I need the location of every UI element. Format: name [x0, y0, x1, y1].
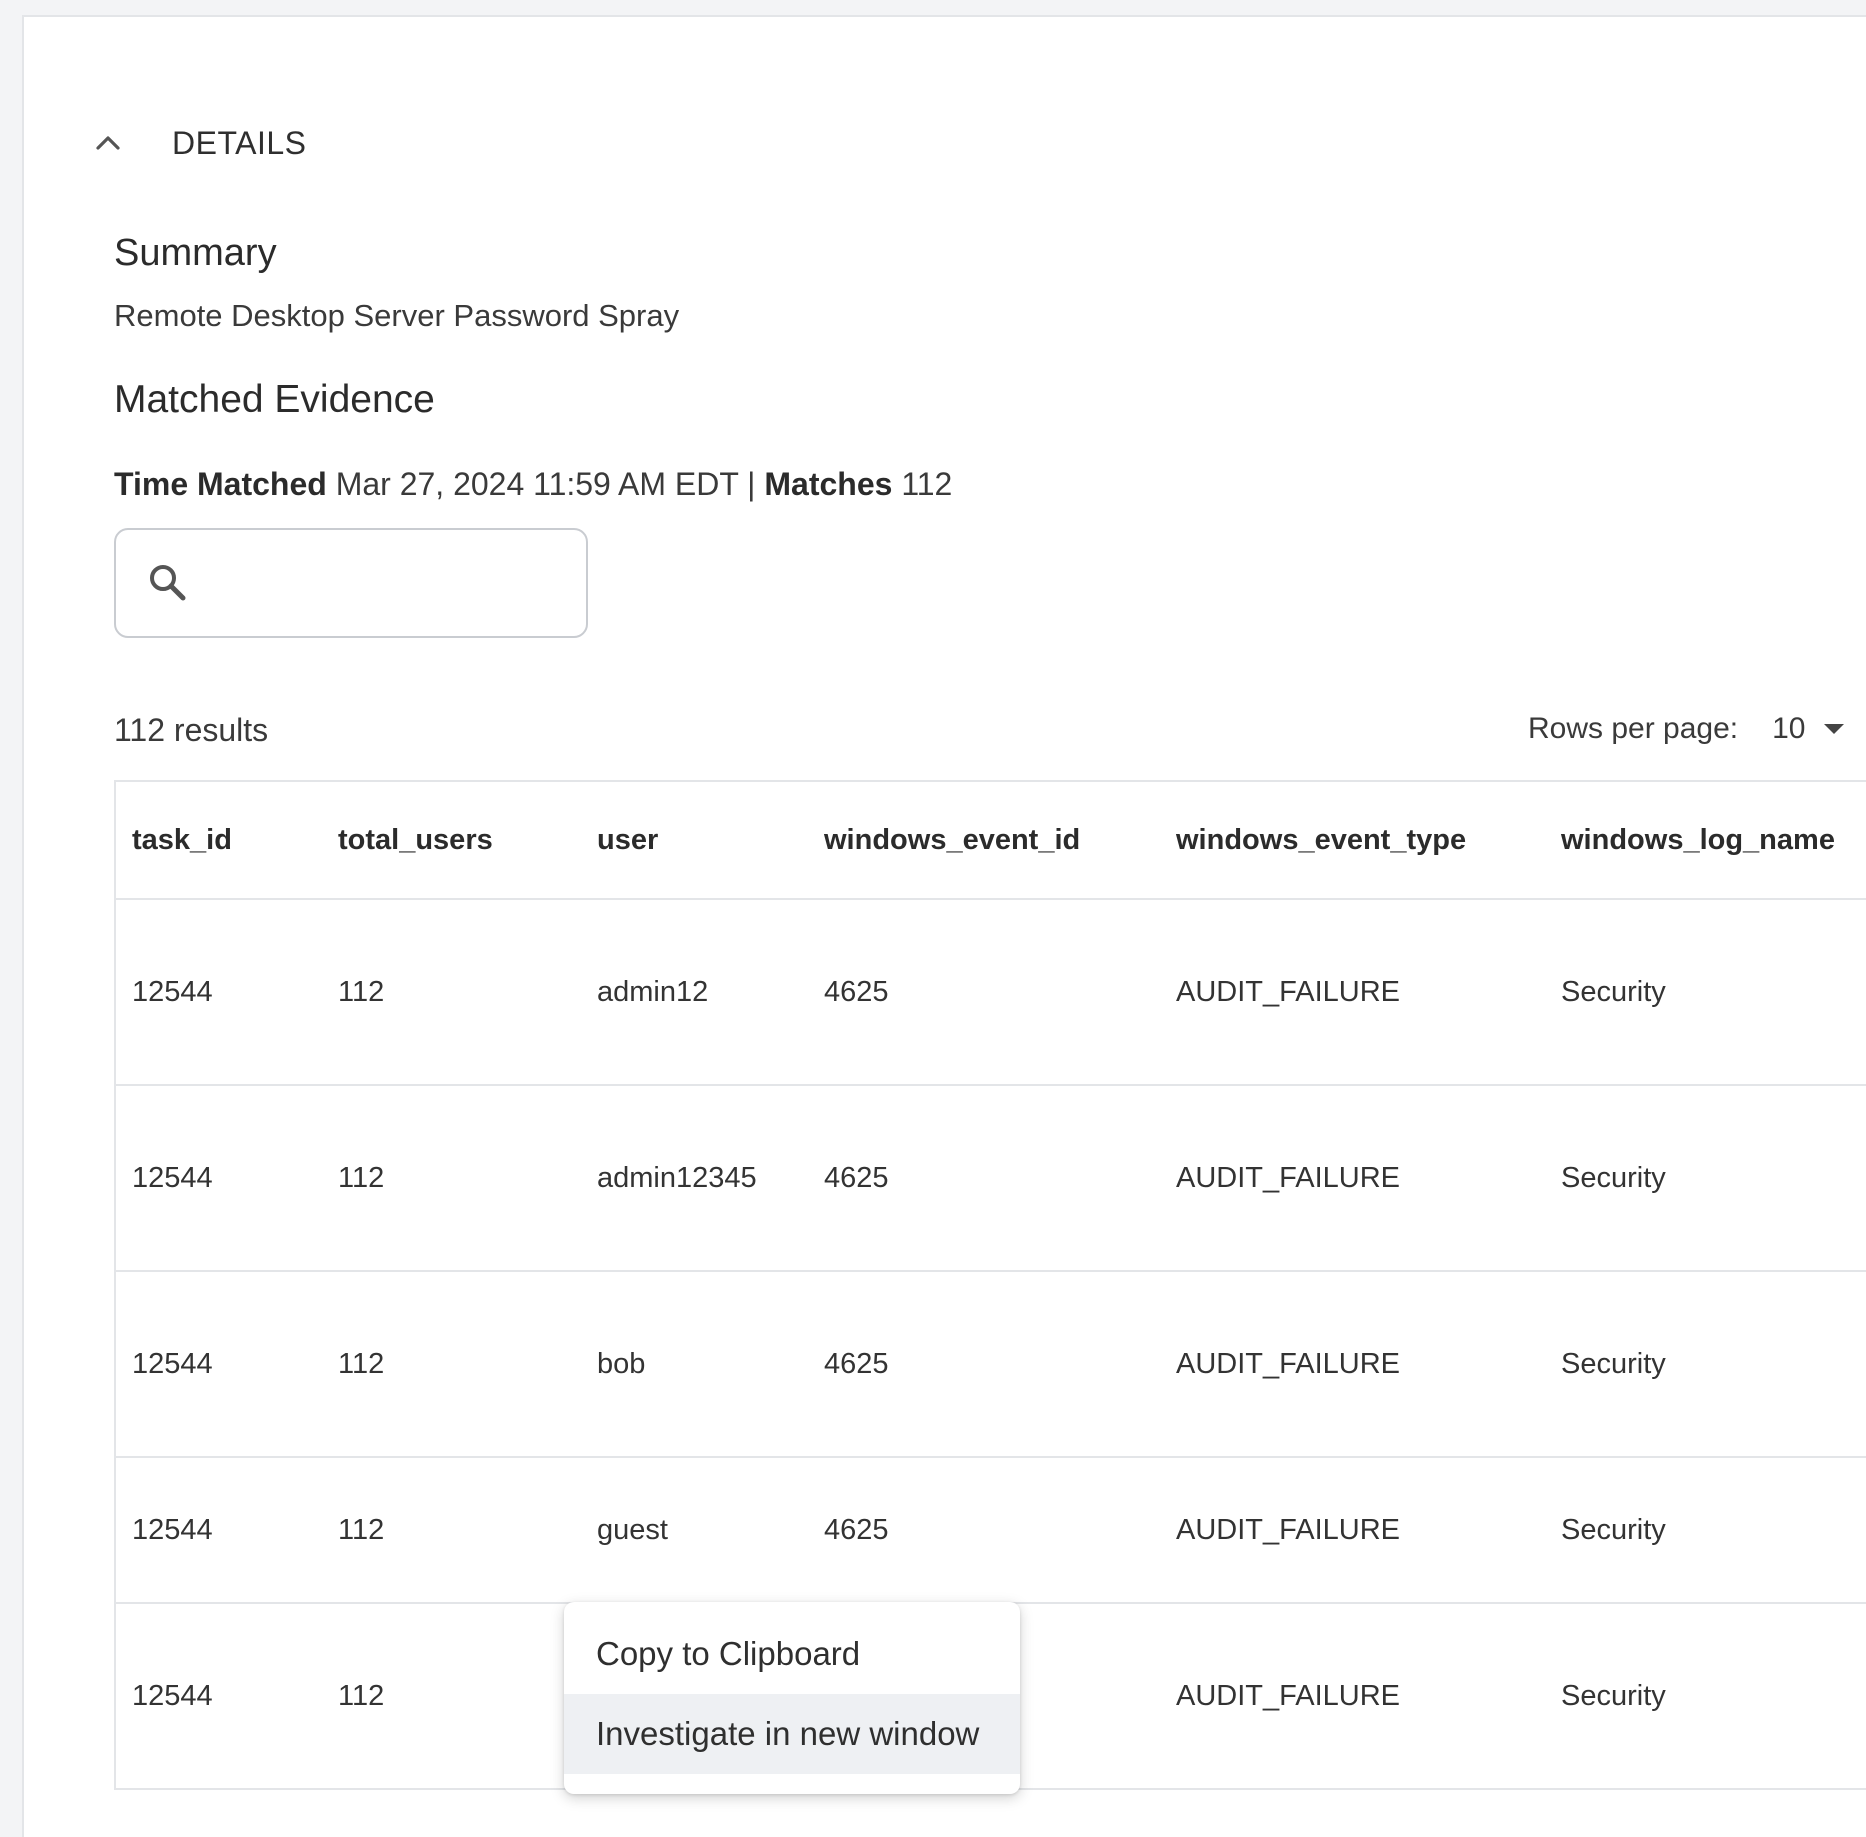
table-row[interactable]: 12544 112 guest 4625 AUDIT_FAILURE Secur…	[116, 1458, 1866, 1604]
table-cell[interactable]: 112	[322, 1680, 581, 1713]
table-cell[interactable]: Security	[1545, 1680, 1866, 1713]
rows-per-page-label: Rows per page:	[1528, 712, 1739, 745]
table-cell[interactable]: admin12345	[581, 1162, 808, 1195]
search-box[interactable]	[114, 528, 594, 638]
table-cell[interactable]: Security	[1545, 1162, 1866, 1195]
table-cell[interactable]: Security	[1545, 976, 1866, 1009]
evidence-meta: Time Matched Mar 27, 2024 11:59 AM EDT |…	[114, 466, 952, 503]
matched-evidence-heading: Matched Evidence	[114, 378, 435, 421]
table-cell[interactable]: admin12	[581, 976, 808, 1009]
column-header-windows-event-type[interactable]: windows_event_type	[1160, 824, 1545, 857]
table-cell[interactable]: Security	[1545, 1514, 1866, 1547]
investigate-in-new-window-menu-item[interactable]: Investigate in new window	[564, 1694, 1020, 1774]
table-cell[interactable]: bob	[581, 1348, 808, 1381]
table-cell[interactable]: guest	[581, 1514, 808, 1547]
chevron-up-icon[interactable]	[94, 129, 122, 157]
table-cell[interactable]: 12544	[116, 1162, 322, 1195]
context-menu: Copy to Clipboard Investigate in new win…	[564, 1602, 1020, 1794]
column-header-task-id[interactable]: task_id	[116, 824, 322, 857]
table-cell[interactable]: AUDIT_FAILURE	[1160, 976, 1545, 1009]
table-cell[interactable]: 4625	[808, 1162, 1160, 1195]
summary-text: Remote Desktop Server Password Spray	[114, 298, 680, 333]
table-header-row: task_id total_users user windows_event_i…	[116, 782, 1866, 900]
table-cell[interactable]: 112	[322, 1162, 581, 1195]
table-cell[interactable]: 4625	[808, 976, 1160, 1009]
table-cell[interactable]: 4625	[808, 1348, 1160, 1381]
table-cell[interactable]: 112	[322, 976, 581, 1009]
table-cell[interactable]: AUDIT_FAILURE	[1160, 1514, 1545, 1547]
matches-value: 112	[901, 466, 953, 502]
time-matched-value: Mar 27, 2024 11:59 AM EDT	[335, 466, 739, 502]
search-input[interactable]	[204, 565, 594, 601]
table-row[interactable]: 12544 112 admin12345 4625 AUDIT_FAILURE …	[116, 1086, 1866, 1272]
results-count: 112 results	[114, 712, 269, 748]
table-cell[interactable]: AUDIT_FAILURE	[1160, 1680, 1545, 1713]
caret-down-icon	[1823, 724, 1844, 734]
table-cell[interactable]: 4625	[808, 1514, 1160, 1547]
table-cell[interactable]: AUDIT_FAILURE	[1160, 1348, 1545, 1381]
copy-to-clipboard-menu-item[interactable]: Copy to Clipboard	[564, 1614, 1020, 1694]
table-cell[interactable]: 112	[322, 1514, 581, 1547]
rows-per-page: Rows per page: 10	[1528, 712, 1866, 746]
time-matched-label: Time Matched	[114, 466, 327, 502]
search-icon	[146, 561, 190, 605]
meta-separator: |	[747, 466, 756, 502]
table-row[interactable]: 12544 112 admin12 4625 AUDIT_FAILURE Sec…	[116, 900, 1866, 1086]
details-section-header[interactable]: DETAILS	[94, 118, 307, 168]
table-row[interactable]: 12544 112 bob 4625 AUDIT_FAILURE Securit…	[116, 1272, 1866, 1458]
summary-heading: Summary	[114, 232, 277, 274]
column-header-windows-log-name[interactable]: windows_log_name	[1545, 824, 1866, 857]
details-title: DETAILS	[172, 124, 307, 161]
matches-label: Matches	[764, 466, 893, 502]
column-header-user[interactable]: user	[581, 824, 808, 857]
rows-per-page-select[interactable]: 10	[1772, 712, 1844, 746]
rows-per-page-value: 10	[1772, 712, 1806, 745]
table-cell[interactable]: 12544	[116, 1680, 322, 1713]
table-cell[interactable]: 12544	[116, 1348, 322, 1381]
table-cell[interactable]: 12544	[116, 1514, 322, 1547]
column-header-windows-event-id[interactable]: windows_event_id	[808, 824, 1160, 857]
column-header-total-users[interactable]: total_users	[322, 824, 581, 857]
table-cell[interactable]: 12544	[116, 976, 322, 1009]
table-cell[interactable]: Security	[1545, 1348, 1866, 1381]
table-cell[interactable]: 112	[322, 1348, 581, 1381]
table-cell[interactable]: AUDIT_FAILURE	[1160, 1162, 1545, 1195]
